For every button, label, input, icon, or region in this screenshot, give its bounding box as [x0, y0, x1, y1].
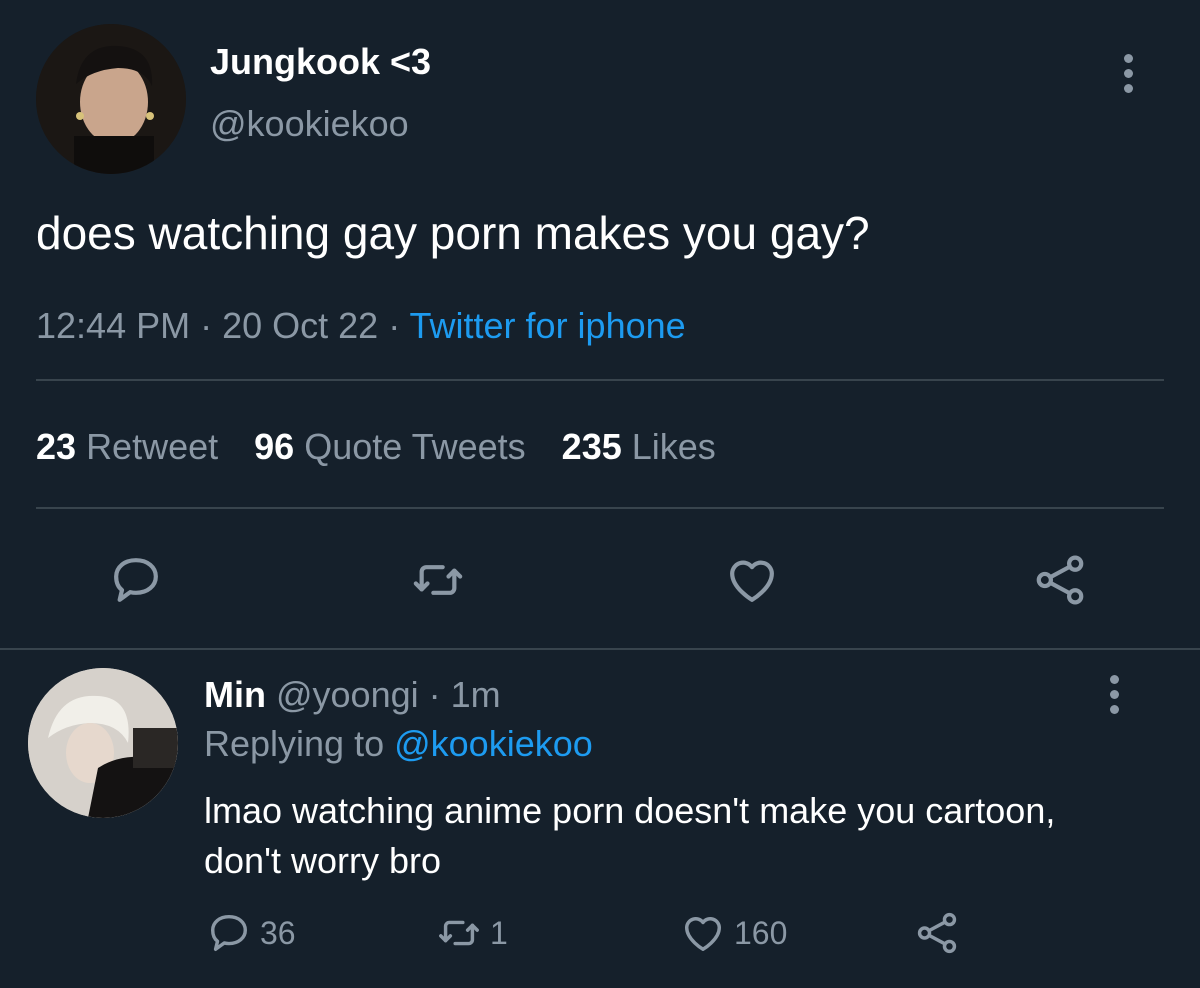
- quotes-label: Quote Tweets: [304, 426, 526, 467]
- retweets-label: Retweet: [86, 426, 219, 467]
- share-icon: [917, 912, 957, 954]
- reply-like-button[interactable]: 160: [680, 910, 787, 956]
- divider: [0, 648, 1200, 650]
- tweet-text: does watching gay porn makes you gay?: [36, 207, 870, 259]
- reply-author-avatar[interactable]: [28, 668, 178, 818]
- quotes-count: 96: [254, 426, 295, 467]
- reply-icon: [210, 914, 248, 952]
- retweets-stat[interactable]: 23 Retweet: [36, 426, 218, 467]
- tweet-date: 20 Oct 22: [222, 305, 379, 346]
- replying-mention-link[interactable]: @kookiekoo: [394, 723, 593, 764]
- tweet-stats: 23 Retweet 96 Quote Tweets 235 Likes: [36, 425, 716, 469]
- retweet-count: 1: [490, 914, 508, 951]
- author-handle[interactable]: @kookiekoo: [210, 102, 409, 146]
- avatar-photo-icon: [28, 668, 178, 818]
- reply-header: Min @yoongi · 1m: [204, 673, 501, 717]
- meta-separator: ·: [190, 305, 223, 346]
- more-options-icon[interactable]: [1124, 54, 1133, 99]
- share-icon[interactable]: [1032, 552, 1088, 608]
- retweet-icon[interactable]: [410, 552, 466, 608]
- tweet-metadata: 12:44 PM · 20 Oct 22 · Twitter for iphon…: [36, 304, 686, 348]
- avatar-photo-icon: [36, 24, 186, 174]
- retweet-icon: [439, 920, 479, 946]
- retweets-count: 23: [36, 426, 77, 467]
- reply-icon[interactable]: [108, 552, 164, 608]
- reply-more-options-icon[interactable]: [1110, 675, 1119, 720]
- reply-retweet-button[interactable]: 1: [436, 910, 508, 956]
- tweet-time: 12:44 PM: [36, 305, 191, 346]
- like-icon[interactable]: [724, 552, 780, 608]
- divider: [36, 507, 1164, 509]
- reply-action-bar: 36 1 160: [0, 910, 1200, 966]
- likes-stat[interactable]: 235 Likes: [562, 426, 716, 467]
- reply-handle-time[interactable]: @yoongi · 1m: [266, 674, 501, 715]
- reply-display-name[interactable]: Min: [204, 674, 266, 715]
- replying-to: Replying to @kookiekoo: [204, 722, 593, 766]
- quotes-stat[interactable]: 96 Quote Tweets: [254, 426, 526, 467]
- likes-count: 235: [561, 426, 622, 467]
- reply-share-button[interactable]: [914, 910, 968, 956]
- reply-text: lmao watching anime porn doesn't make yo…: [204, 790, 1056, 881]
- likes-label: Likes: [631, 426, 716, 467]
- divider: [36, 379, 1164, 381]
- meta-separator: ·: [378, 305, 410, 346]
- tweet-source-link[interactable]: Twitter for iphone: [410, 305, 686, 346]
- like-count: 160: [734, 914, 788, 951]
- reply-reply-button[interactable]: 36: [206, 910, 296, 956]
- like-icon: [684, 917, 722, 952]
- author-avatar[interactable]: [36, 24, 186, 174]
- author-display-name[interactable]: Jungkook <3: [210, 40, 431, 84]
- replying-prefix: Replying to: [204, 723, 395, 764]
- reply-count: 36: [260, 914, 296, 951]
